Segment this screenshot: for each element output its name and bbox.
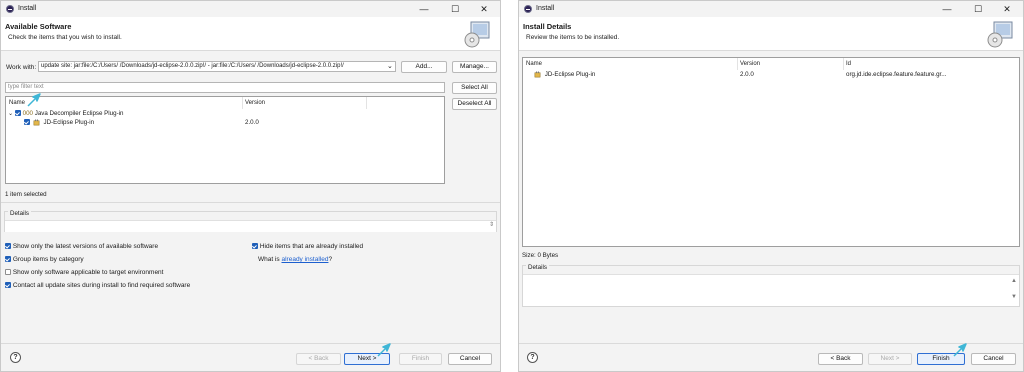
page-title: Install Details: [523, 22, 572, 31]
plugin-icon: [33, 119, 40, 126]
pointer-arrow-icon: [953, 343, 967, 357]
window-title: Install: [536, 5, 555, 12]
feature-name: JD-Eclipse Plug-in: [43, 119, 95, 126]
plugin-icon: [534, 71, 541, 78]
column-separator: [242, 97, 243, 109]
close-button[interactable]: ✕: [993, 2, 1021, 16]
select-all-button[interactable]: Select All: [452, 82, 497, 94]
divider: [1, 202, 500, 203]
divider: [1, 343, 500, 344]
pointer-arrow-icon: [27, 93, 41, 107]
details-label: Details: [8, 210, 31, 217]
install-dialog-available-software: Install — ☐ ✕ Available Software Check t…: [0, 0, 501, 372]
package-icon: 000: [22, 110, 33, 117]
column-header-name[interactable]: Name: [526, 58, 542, 70]
what-is-installed: What is already installed?: [258, 256, 333, 263]
option-latest-versions[interactable]: Show only the latest versions of availab…: [5, 243, 158, 250]
column-header-id[interactable]: Id: [846, 58, 851, 70]
deselect-all-button[interactable]: Deselect All: [452, 98, 497, 110]
page-subtitle: Check the items that you wish to install…: [8, 34, 122, 41]
item-name: JD-Eclipse Plug-in: [544, 71, 596, 78]
scroll-arrows-icon[interactable]: ⇕: [489, 221, 494, 228]
chevron-down-icon[interactable]: ⌄: [8, 110, 13, 117]
selection-status: 1 item selected: [5, 191, 47, 198]
back-button[interactable]: < Back: [296, 353, 341, 365]
category-name: Java Decompiler Eclipse Plug-in: [34, 110, 124, 117]
work-with-combo[interactable]: update site: jar:file:/C:/Users/ /Downlo…: [38, 61, 396, 72]
option-group-by-category[interactable]: Group items by category: [5, 256, 84, 263]
minimize-button[interactable]: —: [410, 2, 438, 16]
pointer-arrow-icon: [377, 343, 391, 357]
column-header-version[interactable]: Version: [245, 97, 265, 109]
divider: [519, 343, 1023, 344]
item-id: org.jd.ide.eclipse.feature.feature.gr...: [846, 71, 947, 78]
filter-placeholder: type filter text: [8, 84, 44, 90]
title-bar[interactable]: Install — ☐ ✕: [1, 1, 500, 17]
details-group: Details ▲ ▼: [522, 264, 1020, 307]
work-with-label: Work with:: [6, 64, 37, 71]
details-text[interactable]: [523, 274, 1019, 306]
install-wizard-icon: [987, 21, 1013, 48]
option-contact-all-sites[interactable]: Contact all update sites during install …: [5, 282, 190, 289]
close-button[interactable]: ✕: [470, 2, 498, 16]
back-button[interactable]: < Back: [818, 353, 863, 365]
help-icon[interactable]: ?: [10, 352, 21, 363]
page-subtitle: Review the items to be installed.: [526, 34, 620, 41]
already-installed-link[interactable]: already installed: [281, 256, 328, 263]
filter-input[interactable]: type filter text: [5, 82, 445, 93]
wizard-banner: Install Details Review the items to be i…: [519, 17, 1023, 51]
next-button[interactable]: Next >: [868, 353, 912, 365]
eclipse-icon: [6, 5, 14, 13]
install-dialog-install-details: Install — ☐ ✕ Install Details Review the…: [518, 0, 1024, 372]
details-text[interactable]: [5, 220, 496, 232]
page-title: Available Software: [5, 22, 72, 31]
cancel-button[interactable]: Cancel: [448, 353, 492, 365]
feature-checkbox[interactable]: [24, 119, 30, 126]
minimize-button[interactable]: —: [933, 2, 961, 16]
software-tree[interactable]: Name Version ⌄ 000 Java Decompiler Eclip…: [5, 96, 445, 184]
maximize-button[interactable]: ☐: [441, 2, 469, 16]
install-items-table[interactable]: Name Version Id JD-Eclipse Plug-in 2.0.0…: [522, 57, 1020, 247]
window-title: Install: [18, 5, 37, 12]
details-label: Details: [526, 264, 549, 271]
manage-button[interactable]: Manage...: [452, 61, 497, 73]
details-group: Details ⇕: [4, 210, 497, 232]
column-separator: [366, 97, 367, 109]
scroll-up-icon[interactable]: ▲: [1011, 278, 1017, 284]
column-header-version[interactable]: Version: [740, 58, 760, 70]
add-button[interactable]: Add...: [401, 61, 447, 73]
tree-row-feature[interactable]: JD-Eclipse Plug-in: [24, 118, 94, 128]
title-bar[interactable]: Install — ☐ ✕: [519, 1, 1023, 17]
category-checkbox[interactable]: [14, 110, 21, 117]
feature-version: 2.0.0: [245, 119, 259, 126]
item-version: 2.0.0: [740, 71, 754, 78]
finish-button[interactable]: Finish: [399, 353, 442, 365]
chevron-down-icon[interactable]: ⌄: [387, 62, 393, 70]
column-separator: [737, 58, 738, 70]
eclipse-icon: [524, 5, 532, 13]
column-header-name[interactable]: Name: [9, 97, 25, 109]
install-wizard-icon: [464, 21, 490, 48]
option-hide-installed[interactable]: Hide items that are already installed: [252, 243, 363, 250]
scroll-down-icon[interactable]: ▼: [1011, 294, 1017, 300]
cancel-button[interactable]: Cancel: [971, 353, 1016, 365]
table-row[interactable]: JD-Eclipse Plug-in: [533, 70, 595, 80]
option-target-environment[interactable]: Show only software applicable to target …: [5, 269, 163, 276]
wizard-banner: Available Software Check the items that …: [1, 17, 500, 51]
column-separator: [843, 58, 844, 70]
help-icon[interactable]: ?: [527, 352, 538, 363]
maximize-button[interactable]: ☐: [964, 2, 992, 16]
size-label: Size: 0 Bytes: [522, 252, 559, 259]
